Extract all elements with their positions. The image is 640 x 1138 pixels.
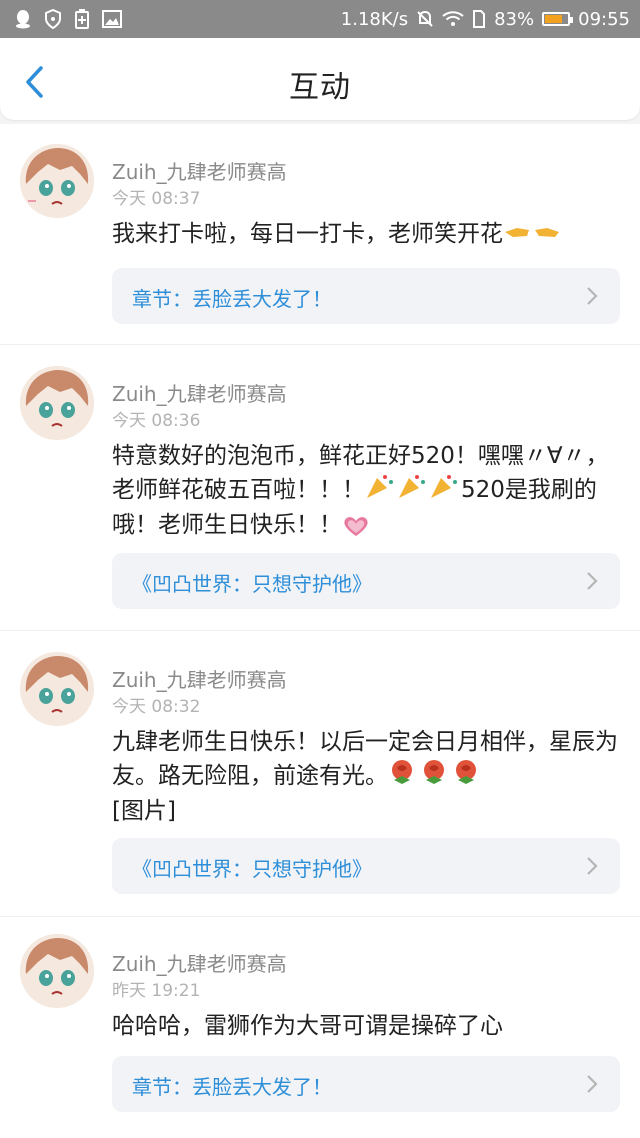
header: 互动 [0,38,640,120]
avatar[interactable] [20,144,94,218]
clock: 09:55 [578,8,630,30]
mute-icon [416,10,434,28]
comment-list[interactable]: Zuih_九肆老师赛高 今天 08:37 我来打卡啦，每日一打卡，老师笑开花 章… [0,124,640,1138]
status-bar-left [14,9,122,29]
chevron-right-icon [587,572,598,590]
network-speed: 1.18K/s [340,8,409,30]
status-bar: 1.18K/s 83% 09:55 [0,0,640,38]
sim-icon [472,10,486,28]
comment-text: 我来打卡啦，每日一打卡，老师笑开花 [112,218,622,251]
comment-text: 特意数好的泡泡币，鲜花正好520！嘿嘿〃∀〃，老师鲜花破五百啦！！！ 520是我刷… [112,443,609,538]
comment-text: 九肆老师生日快乐！以后一定会日月相伴，星辰为友。路无险阻，前途有光。 [图片] [112,729,618,824]
comment-time: 今天 08:36 [112,411,201,431]
chapter-link[interactable]: 章节：丢脸丢大发了！ [112,268,620,324]
comment-item: Zuih_九肆老师赛高 今天 08:37 我来打卡啦，每日一打卡，老师笑开花 章… [0,124,640,345]
chapter-link[interactable]: 《凹凸世界：只想守护他》 [112,553,620,609]
avatar[interactable] [20,934,94,1008]
avatar[interactable] [20,366,94,440]
chevron-right-icon [587,287,598,305]
username[interactable]: Zuih_九肆老师赛高 [112,664,287,693]
username[interactable]: Zuih_九肆老师赛高 [112,378,287,407]
comment-item: Zuih_九肆老师赛高 今天 08:36 特意数好的泡泡币，鲜花正好520！嘿嘿… [0,344,640,631]
battery-percent: 83% [494,8,535,30]
shield-icon [44,9,62,29]
chapter-label: 《凹凸世界：只想守护他》 [132,857,372,881]
chapter-label: 章节：丢脸丢大发了！ [132,287,332,311]
chapter-link[interactable]: 章节：丢脸丢大发了！ [112,1056,620,1112]
rose-icon [388,758,484,795]
battery-icon [542,12,574,26]
comment-time: 今天 08:37 [112,189,201,209]
battery-plus-icon [74,9,90,29]
avatar[interactable] [20,652,94,726]
image-icon [102,10,122,28]
chevron-right-icon [587,1075,598,1093]
comment-time: 昨天 19:21 [112,981,201,1001]
party-popper-icon [365,472,461,509]
page-title: 互动 [289,70,351,105]
comment-item: Zuih_九肆老师赛高 昨天 19:21 哈哈哈，雷狮作为大哥可谓是操碎了心 章… [0,916,640,1138]
chapter-link[interactable]: 《凹凸世界：只想守护他》 [112,838,620,894]
username[interactable]: Zuih_九肆老师赛高 [112,156,287,185]
qq-icon [14,9,32,29]
username[interactable]: Zuih_九肆老师赛高 [112,948,287,977]
heart-icon [342,514,370,538]
comment-text: 哈哈哈，雷狮作为大哥可谓是操碎了心 [112,1013,503,1039]
chevron-right-icon [587,857,598,875]
clapping-hands-icon [503,219,561,251]
chapter-label: 《凹凸世界：只想守护他》 [132,572,372,596]
chapter-label: 章节：丢脸丢大发了！ [132,1075,332,1099]
comment-time: 今天 08:32 [112,697,201,717]
wifi-icon [442,11,464,27]
comment-item: Zuih_九肆老师赛高 今天 08:32 九肆老师生日快乐！以后一定会日月相伴，… [0,630,640,917]
status-bar-right: 1.18K/s 83% 09:55 [341,9,630,30]
